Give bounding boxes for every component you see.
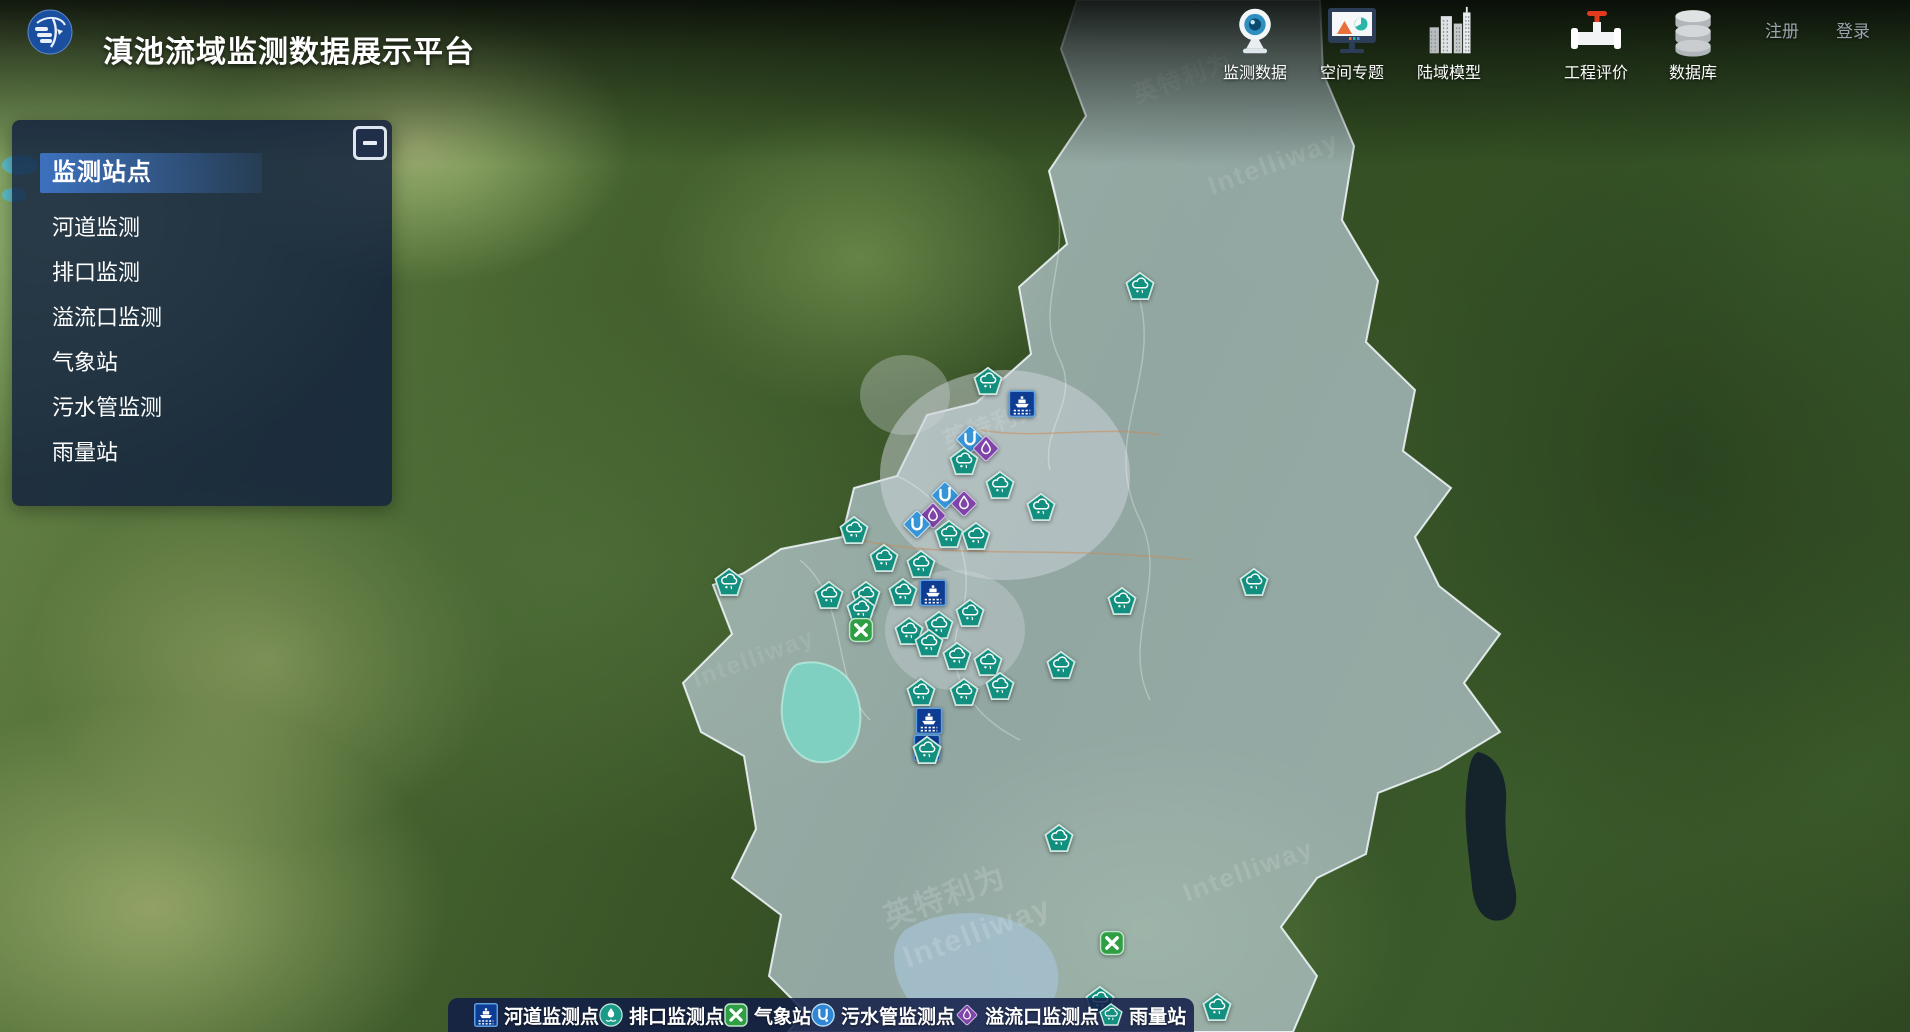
legend-label: 排口监测点 <box>629 1002 724 1029</box>
legend-item-sewer[interactable]: 污水管监测点 <box>811 1002 955 1029</box>
rain-gauge-marker[interactable] <box>949 678 979 708</box>
rain-gauge-marker[interactable] <box>1239 568 1269 598</box>
rain-gauge-marker[interactable] <box>961 522 991 552</box>
river-station-icon <box>474 1003 498 1027</box>
legend-item-rain[interactable]: 雨量站 <box>1099 1002 1186 1029</box>
sewer-monitoring-marker[interactable] <box>901 508 933 540</box>
rain-gauge-marker[interactable] <box>1202 993 1232 1023</box>
login-link[interactable]: 登录 <box>1836 17 1870 42</box>
rain-gauge-marker[interactable] <box>869 544 899 574</box>
legend-label: 污水管监测点 <box>841 1002 955 1029</box>
rain-gauge-marker[interactable] <box>888 578 918 608</box>
rain-gauge-marker[interactable] <box>839 516 869 546</box>
nav-item-monitor-data[interactable]: 监测数据 <box>1212 5 1298 83</box>
sewer-station-icon <box>811 1003 835 1027</box>
rain-gauge-marker[interactable] <box>906 550 936 580</box>
panel-title[interactable]: 监测站点 <box>40 153 262 193</box>
panel-menu: 河道监测 排口监测 溢流口监测 气象站 污水管监测 雨量站 <box>12 205 392 475</box>
rain-gauge-marker[interactable] <box>955 599 985 629</box>
panel-item-overflow-monitoring[interactable]: 溢流口监测 <box>12 295 392 340</box>
top-nav: 监测数据 空间专题 <box>1212 5 1736 83</box>
rain-gauge-marker[interactable] <box>1107 587 1137 617</box>
rain-gauge-marker[interactable] <box>1125 272 1155 302</box>
rain-gauge-marker[interactable] <box>985 471 1015 501</box>
city-buildings-icon <box>1425 5 1473 57</box>
rain-gauge-marker[interactable] <box>714 568 744 598</box>
river-monitoring-marker[interactable] <box>1009 390 1036 417</box>
river-monitoring-marker[interactable] <box>920 579 947 606</box>
legend-item-outfall[interactable]: 排口监测点 <box>599 1002 724 1029</box>
rain-gauge-marker[interactable] <box>973 367 1003 397</box>
rain-gauge-marker[interactable] <box>814 581 844 611</box>
pipe-valve-icon <box>1567 5 1625 57</box>
legend-item-weather[interactable]: 气象站 <box>724 1002 811 1029</box>
overflow-monitoring-marker[interactable] <box>949 489 979 519</box>
rain-gauge-marker[interactable] <box>1046 651 1076 681</box>
nav-label: 陆域模型 <box>1417 59 1481 83</box>
legend-label: 河道监测点 <box>504 1002 599 1029</box>
rain-gauge-marker[interactable] <box>914 629 944 659</box>
panel-item-sewer-monitoring[interactable]: 污水管监测 <box>12 385 392 430</box>
app-root: { "app": { "title": "滇池流域监测数据展示平台" }, "n… <box>0 0 1910 1032</box>
weather-station-marker[interactable] <box>1100 931 1125 956</box>
nav-label: 监测数据 <box>1223 59 1287 83</box>
nav-item-database[interactable]: 数据库 <box>1650 5 1736 83</box>
nav-item-spatial-topics[interactable]: 空间专题 <box>1309 5 1395 83</box>
rain-gauge-marker[interactable] <box>906 678 936 708</box>
rain-gauge-marker[interactable] <box>1044 824 1074 854</box>
overflow-station-icon <box>955 1003 979 1027</box>
legend-item-overflow[interactable]: 溢流口监测点 <box>955 1002 1099 1029</box>
nav-label: 空间专题 <box>1320 59 1384 83</box>
rain-gauge-marker[interactable] <box>942 642 972 672</box>
legend-label: 气象站 <box>754 1002 811 1029</box>
weather-station-marker[interactable] <box>849 618 874 643</box>
legend-item-river[interactable]: 河道监测点 <box>474 1002 599 1029</box>
rain-gauge-marker[interactable] <box>912 736 942 766</box>
panel-item-outfall-monitoring[interactable]: 排口监测 <box>12 250 392 295</box>
rain-gauge-marker[interactable] <box>985 672 1015 702</box>
panel-item-rain-gauge[interactable]: 雨量站 <box>12 430 392 475</box>
collapse-panel-button[interactable] <box>353 126 387 160</box>
rain-gauge-marker[interactable] <box>934 520 964 550</box>
monitoring-stations-panel: 监测站点 河道监测 排口监测 溢流口监测 气象站 污水管监测 雨量站 <box>12 120 392 506</box>
nav-label: 工程评价 <box>1564 59 1628 83</box>
nav-item-land-model[interactable]: 陆域模型 <box>1406 5 1492 83</box>
map-legend: 河道监测点 排口监测点 气象站 污水管监测点 溢流口监测点 <box>448 998 1194 1032</box>
rain-gauge-station-icon <box>1099 1003 1123 1027</box>
chart-monitor-icon <box>1324 5 1380 57</box>
panel-item-weather-station[interactable]: 气象站 <box>12 340 392 385</box>
nav-label: 数据库 <box>1669 59 1717 83</box>
webcam-icon <box>1229 5 1281 57</box>
panel-item-river-monitoring[interactable]: 河道监测 <box>12 205 392 250</box>
platform-logo[interactable] <box>27 9 73 55</box>
river-monitoring-marker[interactable] <box>916 707 943 734</box>
rain-gauge-marker[interactable] <box>949 447 979 477</box>
nav-item-project-evaluation[interactable]: 工程评价 <box>1553 5 1639 83</box>
legend-label: 溢流口监测点 <box>985 1002 1099 1029</box>
outfall-station-icon <box>599 1003 623 1027</box>
database-icon <box>1668 5 1718 57</box>
register-link[interactable]: 注册 <box>1765 17 1799 42</box>
rain-gauge-marker[interactable] <box>1026 493 1056 523</box>
legend-label: 雨量站 <box>1129 1002 1186 1029</box>
weather-station-icon <box>724 1003 748 1027</box>
page-title: 滇池流域监测数据展示平台 <box>103 27 475 71</box>
